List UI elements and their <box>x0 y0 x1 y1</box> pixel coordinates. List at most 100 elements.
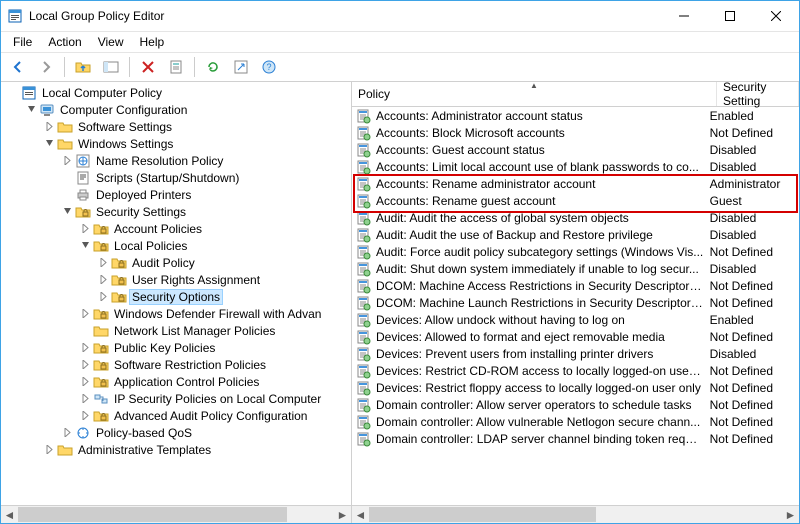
expand-icon[interactable] <box>77 391 93 407</box>
tree-item[interactable]: Security Options <box>1 288 351 305</box>
tree-item[interactable]: Policy-based QoS <box>1 424 351 441</box>
secf-icon <box>111 255 127 271</box>
tree-item[interactable]: Public Key Policies <box>1 339 351 356</box>
policy-row[interactable]: Accounts: Administrator account statusEn… <box>352 107 799 124</box>
tree-item[interactable]: Computer Configuration <box>1 101 351 118</box>
policy-row[interactable]: Devices: Allowed to format and eject rem… <box>352 328 799 345</box>
policy-row[interactable]: Devices: Restrict floppy access to local… <box>352 379 799 396</box>
close-button[interactable] <box>753 1 799 31</box>
secf-icon <box>93 408 109 424</box>
collapse-icon[interactable] <box>77 238 93 254</box>
forward-button[interactable] <box>33 54 59 80</box>
expand-icon[interactable] <box>41 442 57 458</box>
policy-icon <box>356 397 372 413</box>
tree-item[interactable]: Software Restriction Policies <box>1 356 351 373</box>
collapse-icon[interactable] <box>23 102 39 118</box>
expand-icon[interactable] <box>77 408 93 424</box>
policy-row[interactable]: Devices: Prevent users from installing p… <box>352 345 799 362</box>
tree-item[interactable]: Administrative Templates <box>1 441 351 458</box>
policy-row[interactable]: Domain controller: Allow server operator… <box>352 396 799 413</box>
tree-item[interactable]: Scripts (Startup/Shutdown) <box>1 169 351 186</box>
tree-item[interactable]: User Rights Assignment <box>1 271 351 288</box>
help-button[interactable] <box>256 54 282 80</box>
column-policy[interactable]: Policy▲ <box>352 82 717 106</box>
maximize-button[interactable] <box>707 1 753 31</box>
collapse-icon[interactable] <box>41 136 57 152</box>
menu-help[interactable]: Help <box>132 33 173 51</box>
minimize-button[interactable] <box>661 1 707 31</box>
expand-icon[interactable] <box>95 255 111 271</box>
tree-item[interactable]: Audit Policy <box>1 254 351 271</box>
tree-item[interactable]: Software Settings <box>1 118 351 135</box>
expand-icon[interactable] <box>77 340 93 356</box>
collapse-icon[interactable] <box>59 204 75 220</box>
expand-icon[interactable] <box>77 306 93 322</box>
policy-row[interactable]: Accounts: Rename administrator accountAd… <box>352 175 799 192</box>
tree-item[interactable]: Deployed Printers <box>1 186 351 203</box>
tree-item[interactable]: IP Security Policies on Local Computer <box>1 390 351 407</box>
policy-row[interactable]: Accounts: Rename guest accountGuest <box>352 192 799 209</box>
policy-setting: Enabled <box>704 109 799 123</box>
show-hide-tree-button[interactable] <box>98 54 124 80</box>
menu-file[interactable]: File <box>5 33 40 51</box>
tree-item[interactable]: Name Resolution Policy <box>1 152 351 169</box>
menu-bar: File Action View Help <box>1 32 799 53</box>
tree-item[interactable]: Windows Defender Firewall with Advan <box>1 305 351 322</box>
expand-icon[interactable] <box>95 289 111 305</box>
policy-row[interactable]: Devices: Restrict CD-ROM access to local… <box>352 362 799 379</box>
scroll-left-icon[interactable]: ◄ <box>352 506 369 523</box>
refresh-button[interactable] <box>200 54 226 80</box>
tree-item[interactable]: Local Policies <box>1 237 351 254</box>
policy-row[interactable]: Audit: Force audit policy subcategory se… <box>352 243 799 260</box>
separator <box>194 57 195 77</box>
policy-row[interactable]: DCOM: Machine Launch Restrictions in Sec… <box>352 294 799 311</box>
tree-item[interactable]: Application Control Policies <box>1 373 351 390</box>
policy-row[interactable]: Accounts: Guest account statusDisabled <box>352 141 799 158</box>
tree-item[interactable]: Windows Settings <box>1 135 351 152</box>
tree-item[interactable]: Security Settings <box>1 203 351 220</box>
expand-icon[interactable] <box>59 153 75 169</box>
policy-row[interactable]: Audit: Audit the access of global system… <box>352 209 799 226</box>
toolbar <box>1 53 799 82</box>
expand-icon[interactable] <box>77 357 93 373</box>
policy-setting: Guest <box>704 194 799 208</box>
expand-icon[interactable] <box>77 374 93 390</box>
scroll-right-icon[interactable]: ► <box>334 506 351 523</box>
scroll-right-icon[interactable]: ► <box>782 506 799 523</box>
policy-row[interactable]: Audit: Shut down system immediately if u… <box>352 260 799 277</box>
scroll-left-icon[interactable]: ◄ <box>1 506 18 523</box>
up-button[interactable] <box>70 54 96 80</box>
tree-scrollbar[interactable]: ◄ ► <box>1 505 351 523</box>
properties-button[interactable] <box>163 54 189 80</box>
expand-icon[interactable] <box>59 425 75 441</box>
tree-item-label: IP Security Policies on Local Computer <box>112 392 323 406</box>
policy-row[interactable]: Audit: Audit the use of Backup and Resto… <box>352 226 799 243</box>
delete-button[interactable] <box>135 54 161 80</box>
policy-setting: Not Defined <box>704 432 799 446</box>
tree-item[interactable]: Advanced Audit Policy Configuration <box>1 407 351 424</box>
column-security-setting[interactable]: Security Setting <box>717 82 799 106</box>
policy-row[interactable]: Accounts: Limit local account use of bla… <box>352 158 799 175</box>
tree-item-label: Windows Defender Firewall with Advan <box>112 307 323 321</box>
policy-setting: Not Defined <box>704 364 799 378</box>
tree-item-label: Deployed Printers <box>94 188 193 202</box>
tree-item[interactable]: Account Policies <box>1 220 351 237</box>
export-list-button[interactable] <box>228 54 254 80</box>
expand-icon[interactable] <box>95 272 111 288</box>
back-button[interactable] <box>5 54 31 80</box>
policy-row[interactable]: Accounts: Block Microsoft accountsNot De… <box>352 124 799 141</box>
list-scrollbar[interactable]: ◄ ► <box>352 505 799 523</box>
menu-action[interactable]: Action <box>40 33 89 51</box>
tree-item[interactable]: Network List Manager Policies <box>1 322 351 339</box>
policy-row[interactable]: Devices: Allow undock without having to … <box>352 311 799 328</box>
policy-row[interactable]: Domain controller: Allow vulnerable Netl… <box>352 413 799 430</box>
expand-icon[interactable] <box>41 119 57 135</box>
tree-item[interactable]: Local Computer Policy <box>1 84 351 101</box>
policy-row[interactable]: Domain controller: LDAP server channel b… <box>352 430 799 447</box>
policy-list[interactable]: Accounts: Administrator account statusEn… <box>352 107 799 505</box>
navigation-tree[interactable]: Local Computer PolicyComputer Configurat… <box>1 82 351 505</box>
expand-icon[interactable] <box>77 221 93 237</box>
policy-row[interactable]: DCOM: Machine Access Restrictions in Sec… <box>352 277 799 294</box>
policy-icon <box>356 380 372 396</box>
menu-view[interactable]: View <box>90 33 132 51</box>
